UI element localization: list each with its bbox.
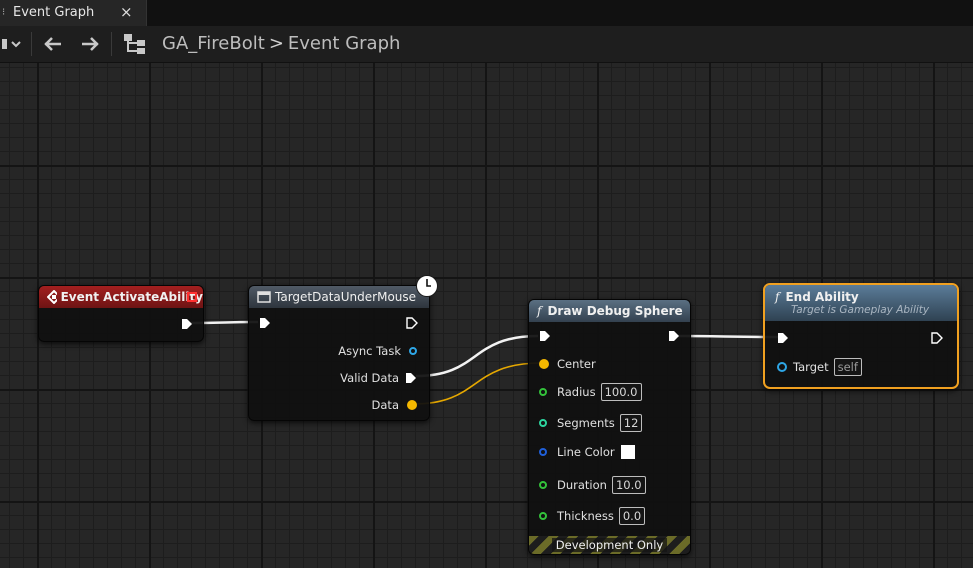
data-struct-pin[interactable] (407, 400, 417, 410)
async-task-pin[interactable] (409, 347, 417, 355)
radius-pin[interactable] (539, 388, 547, 396)
back-button[interactable] (40, 26, 66, 62)
node-header: f Draw Debug Sphere (529, 300, 690, 322)
hierarchy-button[interactable] (122, 26, 148, 62)
pin-label: Target (793, 360, 829, 374)
delegate-pin-icon[interactable] (187, 292, 197, 302)
breadcrumb-asset[interactable]: GA_FireBolt (162, 33, 265, 54)
thickness-pin-row: Thickness 0.0 (539, 507, 646, 525)
graph-tab-icon: ⁝ (2, 7, 6, 18)
node-title: End Ability (785, 290, 859, 304)
radius-input[interactable]: 100.0 (600, 383, 642, 401)
center-pin-row: Center (539, 357, 596, 371)
data-pin-row: Data (372, 398, 417, 412)
target-data-under-mouse-node[interactable]: TargetDataUnderMouse Async Task Valid Da… (248, 285, 430, 421)
arrow-right-icon (82, 37, 99, 51)
pin-label: Duration (557, 478, 607, 492)
banner-label: Development Only (551, 538, 668, 552)
pin-label: Thickness (557, 509, 614, 523)
pin-label: Data (371, 398, 399, 412)
breadcrumb-graph[interactable]: Event Graph (288, 33, 401, 54)
bookmark-dropdown-button[interactable] (0, 26, 26, 62)
function-icon: f (537, 304, 542, 318)
thickness-pin[interactable] (539, 512, 547, 520)
end-ability-node[interactable]: f End Ability Target is Gameplay Ability… (763, 283, 959, 389)
latent-clock-icon (416, 275, 438, 297)
center-pin[interactable] (539, 359, 549, 369)
breadcrumb: GA_FireBolt > Event Graph (162, 33, 400, 54)
data-wire-to-center (413, 362, 542, 405)
pin-label: Radius (557, 385, 596, 399)
forward-button[interactable] (77, 26, 103, 62)
exec-in-pin[interactable] (777, 332, 789, 344)
target-input[interactable]: self (833, 358, 862, 376)
target-pin[interactable] (777, 362, 787, 372)
toolbar-divider (111, 32, 112, 56)
exec-wire-valid-data-to-sphere (415, 334, 539, 378)
graph-toolbar (0, 26, 973, 63)
node-title: TargetDataUnderMouse (275, 290, 417, 304)
valid-data-exec-pin[interactable] (405, 372, 417, 384)
function-icon: f (775, 290, 780, 304)
pin-label: Line Color (557, 445, 615, 459)
duration-pin[interactable] (539, 481, 547, 489)
bookmark-icon (2, 39, 21, 49)
exec-out-pin[interactable] (406, 317, 418, 329)
node-title: Draw Debug Sphere (547, 304, 683, 318)
event-activate-ability-node[interactable]: Event ActivateAbility (38, 285, 204, 342)
exec-out-pin[interactable] (931, 332, 943, 344)
graph-canvas[interactable]: Event ActivateAbility TargetDataUnderMou… (0, 63, 973, 568)
duration-input[interactable]: 10.0 (611, 476, 646, 494)
exec-out-pin[interactable] (668, 330, 680, 342)
node-header: f End Ability Target is Gameplay Ability (765, 285, 957, 321)
segments-pin[interactable] (539, 419, 547, 427)
node-title: Event ActivateAbility (60, 290, 203, 304)
tab-bar: ⁝ Event Graph × (0, 0, 973, 26)
toolbar-divider (31, 32, 32, 56)
event-diamond-icon (47, 290, 57, 304)
line-color-pin[interactable] (539, 448, 547, 456)
pin-label: Async Task (338, 344, 401, 358)
tab-event-graph[interactable]: ⁝ Event Graph × (0, 0, 147, 26)
async-task-pin-row: Async Task (338, 344, 417, 358)
node-subtitle: Target is Gameplay Ability (791, 304, 930, 316)
radius-pin-row: Radius 100.0 (539, 383, 642, 401)
close-tab-icon[interactable]: × (120, 3, 133, 21)
segments-input[interactable]: 12 (619, 414, 643, 432)
target-pin-row: Target self (777, 358, 862, 376)
duration-pin-row: Duration 10.0 (539, 476, 646, 494)
pin-label: Center (557, 357, 596, 371)
line-color-swatch[interactable] (620, 445, 635, 459)
breadcrumb-separator: > (268, 33, 284, 54)
node-header: TargetDataUnderMouse (249, 286, 429, 308)
exec-out-pin[interactable] (181, 318, 193, 330)
exec-in-pin[interactable] (259, 317, 271, 329)
node-header: Event ActivateAbility (39, 286, 203, 308)
tab-title: Event Graph (13, 5, 95, 20)
valid-data-pin-row: Valid Data (340, 371, 417, 385)
segments-pin-row: Segments 12 (539, 414, 643, 432)
pin-label: Valid Data (340, 371, 399, 385)
thickness-input[interactable]: 0.0 (618, 507, 646, 525)
development-only-banner: Development Only (529, 536, 690, 554)
hierarchy-icon (124, 34, 145, 54)
draw-debug-sphere-node[interactable]: f Draw Debug Sphere Center Radius 100.0 … (528, 299, 691, 555)
arrow-left-icon (44, 37, 61, 51)
task-window-icon (257, 291, 271, 303)
line-color-pin-row: Line Color (539, 445, 635, 459)
exec-in-pin[interactable] (539, 330, 551, 342)
pin-label: Segments (557, 416, 615, 430)
